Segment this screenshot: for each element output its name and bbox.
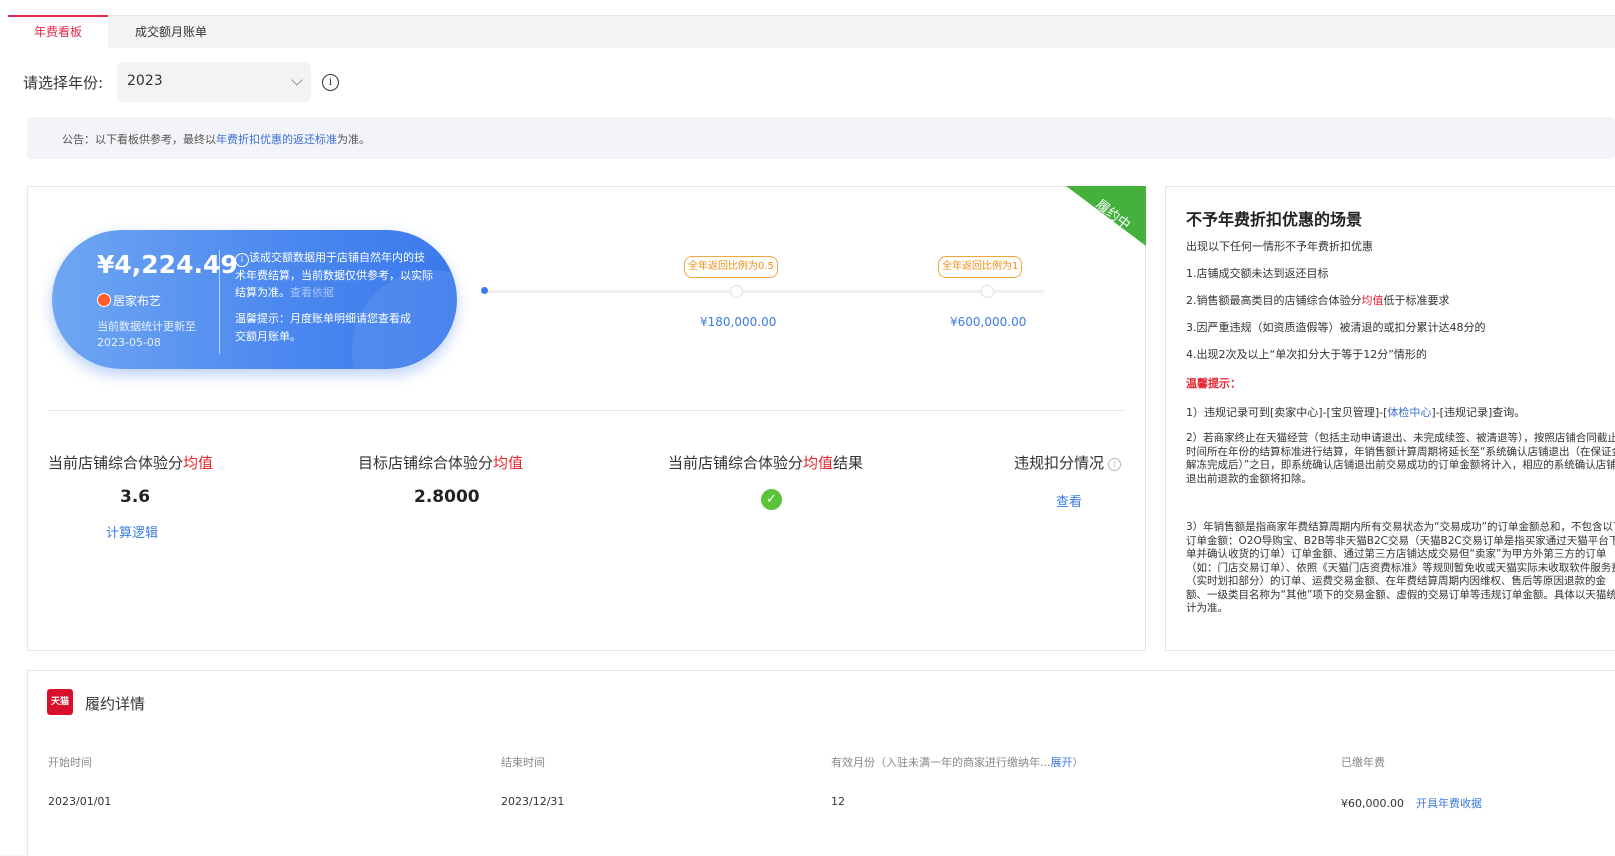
turnover-summary: ¥4,224.49 居家布艺 当前数据统计更新至 2023-05-08 i 该成交… — [52, 230, 457, 369]
warm-tip-heading: 温馨提示： — [1186, 377, 1241, 390]
end-date: 2023/12/31 — [501, 795, 565, 808]
valid-months: 12 — [831, 795, 845, 808]
violation-label: 违规扣分情况 i — [1014, 452, 1122, 473]
progress-start-dot — [481, 287, 488, 294]
start-date: 2023/01/01 — [48, 795, 112, 808]
issue-receipt-link[interactable]: 开具年费收据 — [1416, 797, 1482, 810]
rule-item: 1.店铺成交额未达到返还目标 — [1186, 267, 1329, 280]
notice-bar: 公告：以下看板供参考，最终以年费折扣优惠的返还标准为准。 — [27, 117, 1615, 159]
rule-note: 1）违规记录可到[卖家中心]-[宝贝管理]-[体检中心]-[违规记录]查询。 — [1186, 406, 1526, 419]
view-violation-link[interactable]: 查看 — [1056, 491, 1082, 510]
milestone-node — [730, 285, 743, 298]
target-score-value: 2.8000 — [414, 487, 480, 507]
turnover-amount: ¥4,224.49 — [97, 250, 238, 279]
no-discount-rules-panel: 不予年费折扣优惠的场景 出现以下任何一情形不予年费折扣优惠 1.店铺成交额未达到… — [1165, 186, 1615, 651]
tab-bar: 年费看板 成交额月账单 — [8, 15, 1615, 48]
info-icon[interactable]: i — [322, 74, 339, 91]
shop-logo-icon — [97, 293, 111, 307]
target-score-label: 目标店铺综合体验分均值 — [358, 454, 524, 472]
health-center-link[interactable]: 体检中心 — [1387, 406, 1431, 419]
monthly-bill-tip: 温馨提示：月度账单明细请您查看成交额月账单。 — [235, 312, 411, 343]
rule-note: 3）年销售额是指商家年费结算周期内所有交易状态为“交易成功”的订单金额总和，不包… — [1186, 521, 1615, 614]
page: 年费看板 成交额月账单 请选择年份: 2023 i 公告：以下看板供参考，最终以… — [0, 0, 1615, 856]
turnover-description: i 该成交额数据用于店铺自然年内的技术年费结算，当前数据仅供参考，以实际结算为准。… — [235, 251, 433, 299]
milestone-flag: 全年返回比例为1 — [938, 256, 1023, 278]
check-icon: ✓ — [761, 489, 782, 510]
annual-fee-card: 履约中 ¥4,224.49 居家布艺 当前数据统计更新至 2023-05-08 … — [27, 186, 1146, 651]
calc-logic-link[interactable]: 计算逻辑 — [106, 522, 158, 541]
info-icon: i — [235, 253, 249, 267]
rules-intro: 出现以下任何一情形不予年费折扣优惠 — [1186, 240, 1373, 253]
milestone-flag: 全年返回比例为0.5 — [684, 256, 778, 278]
milestone-amount: ¥600,000.00 — [950, 315, 1027, 329]
fulfillment-detail-card: 天猫 履约详情 开始时间 结束时间 有效月份（入驻未满一年的商家进行缴纳年...… — [27, 670, 1615, 856]
rules-title: 不予年费折扣优惠的场景 — [1186, 210, 1363, 229]
column-header-end: 结束时间 — [501, 756, 545, 769]
rule-item: 2.销售额最高类目的店铺综合体验分均值低于标准要求 — [1186, 294, 1450, 307]
paid-fee: ¥60,000.00 开具年费收据 — [1341, 797, 1482, 810]
rule-note: 2）若商家终止在天猫经营（包括主动申请退出、未完成续签、被清退等），按照店铺合同… — [1186, 432, 1615, 485]
year-select[interactable]: 2023 — [117, 62, 311, 102]
expand-link[interactable]: 展开 — [1051, 756, 1073, 769]
chevron-down-icon — [291, 74, 303, 86]
column-header-start: 开始时间 — [48, 756, 92, 769]
notice-link[interactable]: 年费折扣优惠的返还标准 — [216, 133, 337, 146]
tab-monthly-bill[interactable]: 成交额月账单 — [108, 16, 234, 48]
column-header-paid: 已缴年费 — [1341, 756, 1385, 769]
info-icon[interactable]: i — [1108, 458, 1122, 471]
rule-item: 3.因严重违规（如资质造假等）被清退的或扣分累计达48分的 — [1186, 321, 1486, 334]
current-score-label: 当前店铺综合体验分均值 — [48, 454, 214, 472]
fulfillment-detail-title: 履约详情 — [85, 695, 146, 713]
progress-track — [481, 285, 1044, 298]
year-select-label: 请选择年份: — [23, 74, 104, 92]
rule-item: 4.出现2次及以上“单次扣分大于等于12分”情形的 — [1186, 348, 1427, 361]
milestone-node — [981, 285, 994, 298]
view-basis-link[interactable]: 查看依据 — [290, 286, 334, 299]
tmall-logo: 天猫 — [47, 689, 73, 715]
divider — [48, 410, 1126, 411]
column-header-months: 有效月份（入驻未满一年的商家进行缴纳年...展开） — [831, 756, 1084, 769]
update-time: 当前数据统计更新至 2023-05-08 — [97, 320, 196, 349]
notice-text: 公告：以下看板供参考，最终以年费折扣优惠的返还标准为准。 — [62, 133, 370, 146]
status-ribbon: 履约中 — [1066, 186, 1146, 246]
milestone-amount: ¥180,000.00 — [700, 315, 777, 329]
current-score-value: 3.6 — [120, 487, 151, 507]
year-select-value: 2023 — [127, 73, 163, 89]
tab-annual-fee-dashboard[interactable]: 年费看板 — [8, 15, 108, 48]
score-result-label: 当前店铺综合体验分均值结果 — [668, 454, 864, 472]
shop-name: 居家布艺 — [97, 292, 161, 309]
